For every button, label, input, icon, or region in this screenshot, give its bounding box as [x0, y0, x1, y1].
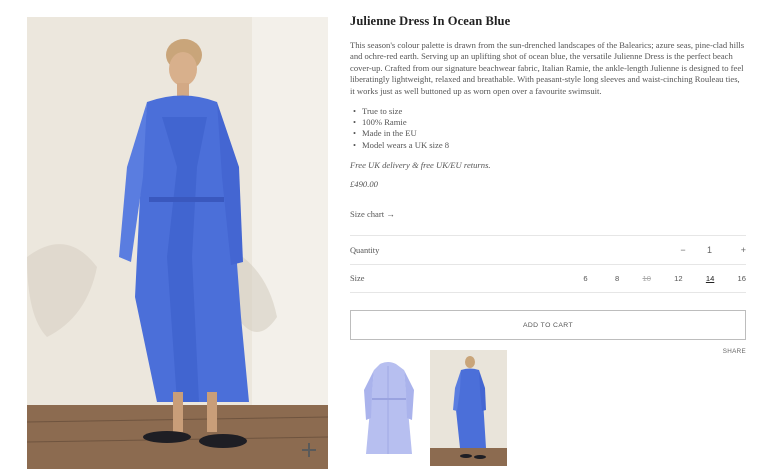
- size-label: Size: [350, 274, 365, 283]
- thumbnail-flat-dress[interactable]: [350, 350, 427, 466]
- product-info: Julienne Dress In Ocean Blue This season…: [350, 14, 746, 466]
- size-option-8[interactable]: 8: [588, 274, 619, 283]
- quantity-label: Quantity: [350, 245, 380, 255]
- size-option-12[interactable]: 12: [651, 274, 682, 283]
- quantity-row: Quantity − 1 +: [350, 235, 746, 264]
- size-option-16[interactable]: 16: [714, 274, 746, 283]
- share-button[interactable]: SHARE: [723, 348, 746, 355]
- detail-item: True to size: [350, 106, 746, 117]
- quantity-value: 1: [706, 245, 712, 255]
- detail-item: Model wears a UK size 8: [350, 140, 746, 151]
- size-row: Size 6 8 10 12 14 16: [350, 264, 746, 293]
- size-option-6[interactable]: 6: [556, 274, 587, 283]
- model-photo: [27, 17, 328, 469]
- size-chart-link[interactable]: Size chart →: [350, 209, 746, 219]
- add-to-cart-button[interactable]: ADD TO CART: [350, 310, 746, 340]
- detail-item: 100% Ramie: [350, 117, 746, 128]
- quantity-increase-button[interactable]: +: [726, 245, 746, 255]
- size-options: 6 8 10 12 14 16: [556, 274, 746, 283]
- product-details-list: True to size 100% Ramie Made in the EU M…: [350, 106, 746, 151]
- product-title: Julienne Dress In Ocean Blue: [350, 14, 511, 28]
- main-product-image[interactable]: [27, 17, 328, 469]
- plus-icon[interactable]: [302, 443, 316, 457]
- thumbnail-model[interactable]: [430, 350, 507, 466]
- size-option-10[interactable]: 10: [619, 274, 650, 283]
- detail-item: Made in the EU: [350, 128, 746, 139]
- model-thumbnail-image: [430, 350, 507, 466]
- product-price: £490.00: [350, 178, 378, 189]
- product-description: This season's colour palette is drawn fr…: [350, 40, 745, 96]
- size-option-14[interactable]: 14: [683, 274, 714, 283]
- dress-flatlay-image: [350, 350, 427, 466]
- quantity-stepper: − 1 +: [673, 245, 746, 255]
- quantity-decrease-button[interactable]: −: [673, 245, 693, 255]
- delivery-note: Free UK delivery & free UK/EU returns.: [350, 159, 491, 170]
